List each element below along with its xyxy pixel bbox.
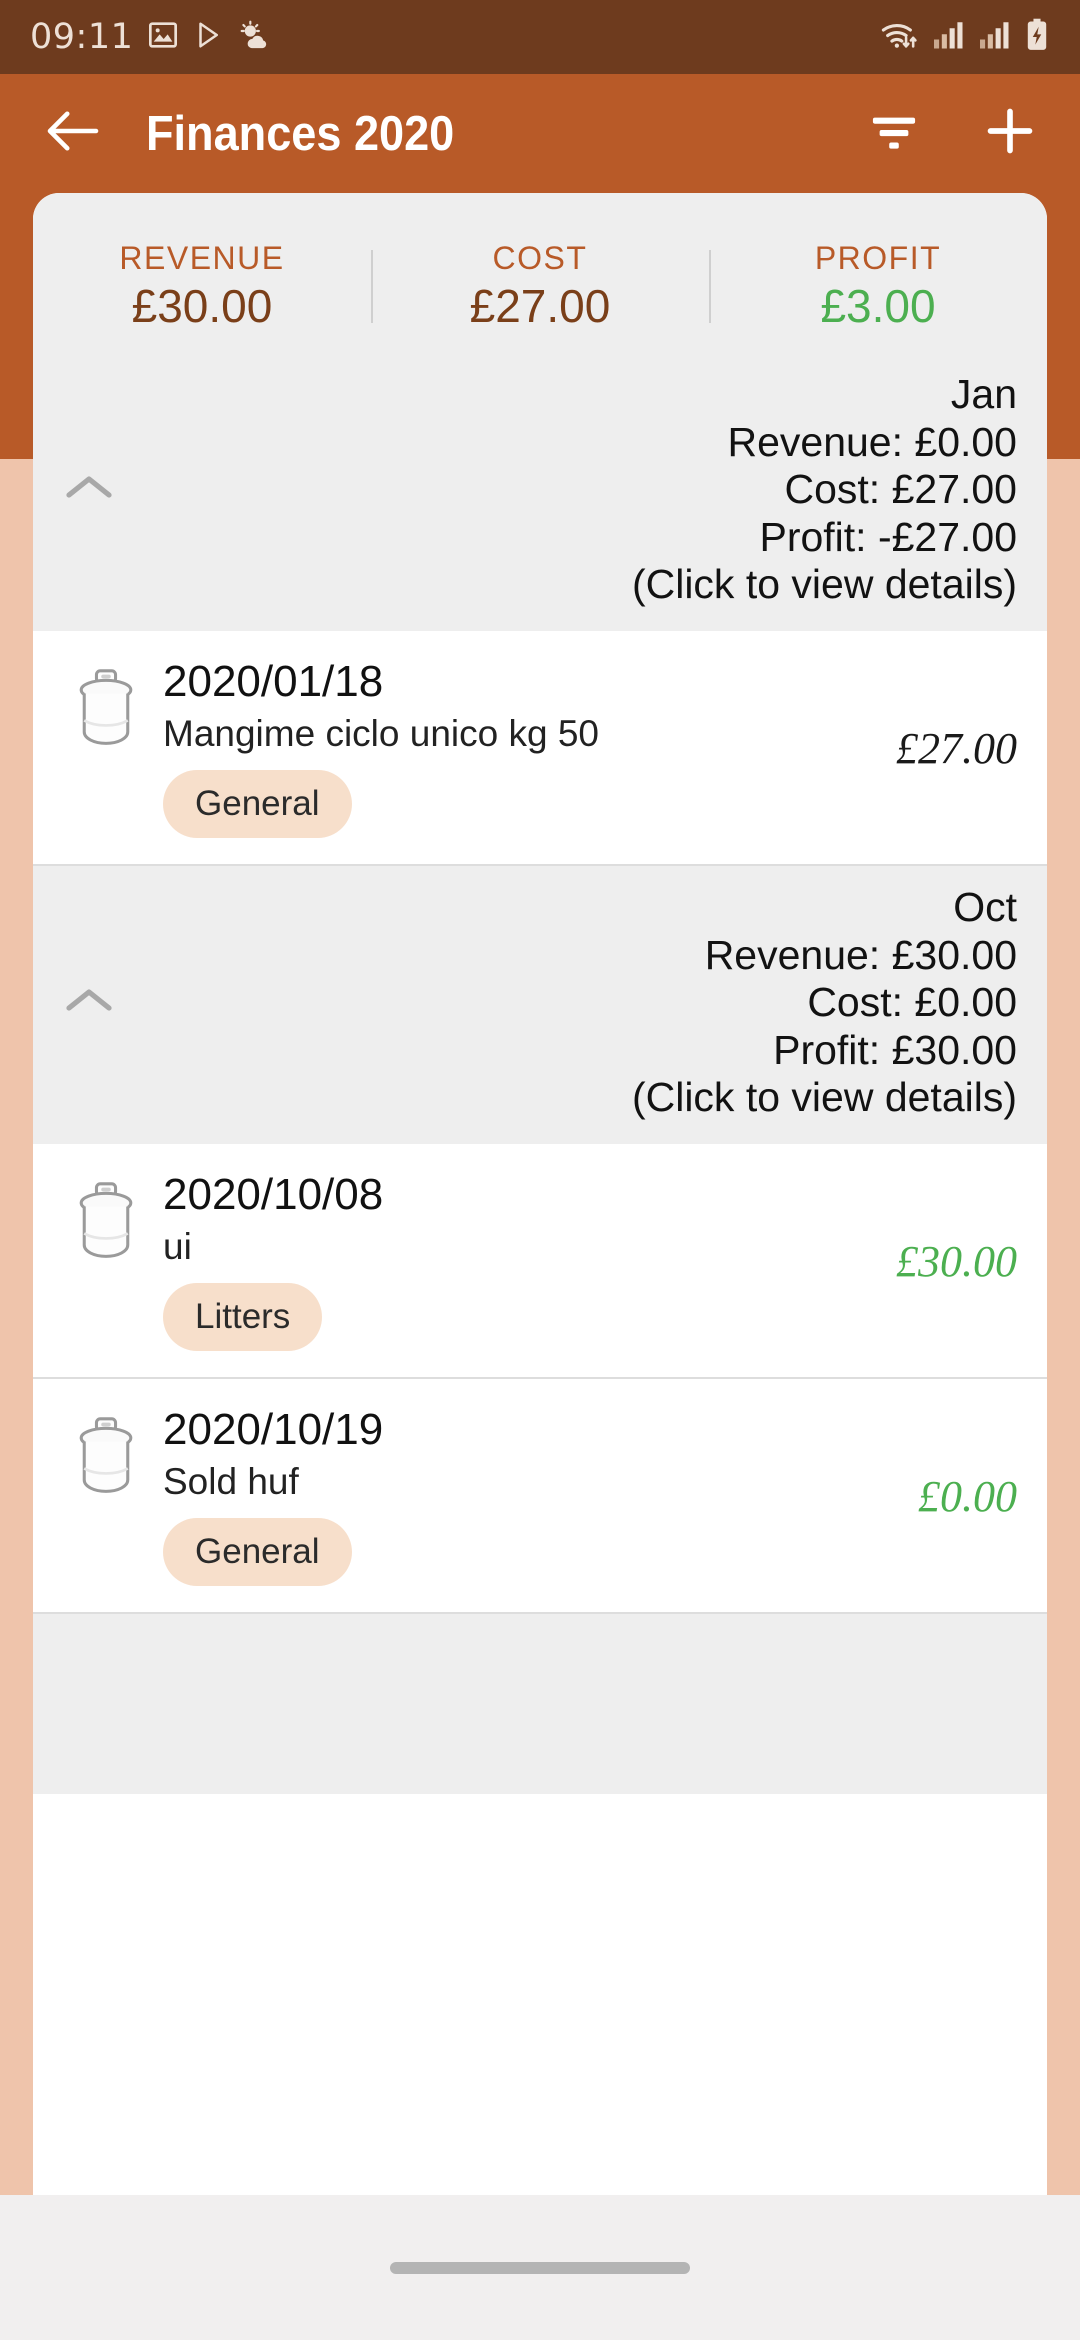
status-bar-clock: 09:11 bbox=[30, 17, 134, 57]
month-profit-jan: Profit: -£27.00 bbox=[759, 513, 1017, 560]
summary-cost-label: COST bbox=[492, 239, 588, 276]
list-bottom-space bbox=[33, 1614, 1047, 1795]
summary-revenue-value: £30.00 bbox=[131, 279, 273, 332]
signal-icon-2 bbox=[978, 20, 1012, 55]
table-row[interactable]: 2020/01/18 Mangime ciclo unico kg 50 Gen… bbox=[33, 630, 1047, 867]
summary-revenue-label: REVENUE bbox=[119, 239, 285, 276]
summary-cost-value: £27.00 bbox=[469, 279, 611, 332]
month-revenue-jan: Revenue: £0.00 bbox=[727, 418, 1017, 465]
month-cost-oct: Cost: £0.00 bbox=[807, 979, 1017, 1026]
summary-profit-label: PROFIT bbox=[814, 239, 942, 276]
system-navigation-area bbox=[0, 2195, 1080, 2340]
transaction-description: Mangime ciclo unico kg 50 bbox=[163, 712, 599, 754]
transaction-date: 2020/01/18 bbox=[163, 656, 384, 706]
transaction-date: 2020/10/19 bbox=[163, 1405, 384, 1455]
month-header-jan[interactable]: Jan Revenue: £0.00 Cost: £27.00 Profit: … bbox=[33, 353, 1047, 631]
summary-cost: COST £27.00 bbox=[371, 240, 709, 333]
transaction-tag[interactable]: General bbox=[163, 1518, 352, 1587]
table-row[interactable]: 2020/10/08 ui Litters £30.00 bbox=[33, 1143, 1047, 1380]
summary-strip: REVENUE £30.00 COST £27.00 PROFIT £3.00 bbox=[33, 193, 1047, 353]
status-bar: 09:11 bbox=[0, 0, 1080, 74]
month-cost-jan: Cost: £27.00 bbox=[784, 466, 1018, 513]
play-icon bbox=[193, 19, 223, 56]
app-bar-actions bbox=[866, 105, 1036, 162]
chevron-up-icon[interactable] bbox=[63, 470, 133, 509]
summary-revenue: REVENUE £30.00 bbox=[33, 240, 371, 333]
month-profit-oct: Profit: £30.00 bbox=[773, 1026, 1017, 1073]
month-hint-oct: (Click to view details) bbox=[631, 1074, 1017, 1121]
month-summary-oct: Oct Revenue: £30.00 Cost: £0.00 Profit: … bbox=[133, 884, 1017, 1122]
transaction-amount: £0.00 bbox=[918, 1472, 1017, 1522]
signal-icon-1 bbox=[932, 20, 966, 55]
app-bar: Finances 2020 bbox=[0, 74, 1080, 193]
battery-charging-icon bbox=[1024, 18, 1050, 57]
status-bar-right bbox=[878, 18, 1050, 57]
image-icon bbox=[147, 19, 179, 56]
transaction-body: 2020/10/19 Sold huf General bbox=[151, 1405, 687, 1587]
finance-card: REVENUE £30.00 COST £27.00 PROFIT £3.00 … bbox=[33, 193, 1047, 2195]
trash-bin-icon[interactable] bbox=[73, 1407, 151, 1504]
month-hint-jan: (Click to view details) bbox=[631, 561, 1017, 608]
plus-icon[interactable] bbox=[984, 105, 1036, 162]
month-header-oct[interactable]: Oct Revenue: £30.00 Cost: £0.00 Profit: … bbox=[33, 866, 1047, 1144]
page-title: Finances 2020 bbox=[146, 106, 455, 161]
transaction-body: 2020/10/08 ui Litters bbox=[151, 1169, 687, 1352]
month-name-jan: Jan bbox=[950, 371, 1017, 417]
transaction-tag[interactable]: Litters bbox=[163, 1283, 323, 1352]
summary-profit-value: £3.00 bbox=[820, 279, 936, 332]
transaction-amount: £27.00 bbox=[896, 723, 1017, 773]
month-summary-jan: Jan Revenue: £0.00 Cost: £27.00 Profit: … bbox=[133, 371, 1017, 609]
weather-icon bbox=[237, 19, 269, 56]
chevron-up-icon[interactable] bbox=[63, 983, 133, 1022]
wifi-icon bbox=[878, 18, 920, 57]
home-indicator[interactable] bbox=[390, 2261, 690, 2274]
month-name-oct: Oct bbox=[953, 884, 1017, 931]
month-revenue-oct: Revenue: £30.00 bbox=[704, 931, 1017, 978]
transaction-date: 2020/10/08 bbox=[163, 1169, 384, 1219]
transaction-amount: £30.00 bbox=[896, 1236, 1017, 1286]
trash-bin-icon[interactable] bbox=[73, 659, 151, 756]
trash-bin-icon[interactable] bbox=[73, 1172, 151, 1269]
transaction-description: ui bbox=[163, 1225, 192, 1267]
transaction-description: Sold huf bbox=[163, 1461, 299, 1503]
status-bar-left: 09:11 bbox=[30, 17, 878, 57]
transaction-body: 2020/01/18 Mangime ciclo unico kg 50 Gen… bbox=[151, 656, 687, 839]
summary-profit: PROFIT £3.00 bbox=[709, 240, 1047, 333]
back-arrow-icon[interactable] bbox=[44, 108, 102, 159]
table-row[interactable]: 2020/10/19 Sold huf General £0.00 bbox=[33, 1379, 1047, 1615]
transaction-tag[interactable]: General bbox=[163, 770, 352, 839]
filter-icon[interactable] bbox=[866, 108, 922, 159]
